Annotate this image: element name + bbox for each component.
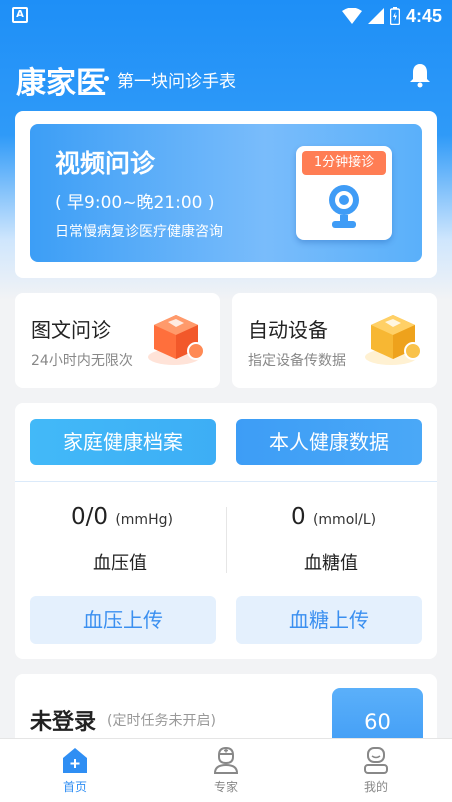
nav-home-label: 首页 xyxy=(62,780,87,794)
nav-expert[interactable]: 专家 xyxy=(186,745,266,801)
login-status-title[interactable]: 未登录 xyxy=(30,704,96,736)
family-health-records-button[interactable]: 家庭健康档案 xyxy=(30,419,216,465)
blood-pressure-value: 0/0 xyxy=(71,504,109,530)
wifi-icon xyxy=(341,8,362,24)
blood-pressure-label: 血压值 xyxy=(93,553,147,574)
orange-cube-icon xyxy=(148,315,205,365)
app-notification-icon: A xyxy=(12,7,28,23)
signal-icon xyxy=(367,8,384,24)
bottom-navigation: 首页 专家 我的 xyxy=(0,738,452,802)
image-text-consult-subtitle: 24小时内无限次 xyxy=(31,353,133,369)
app-header: 康家医 第一块问诊手表 xyxy=(0,52,452,101)
video-consult-description: 日常慢病复诊医疗健康咨询 xyxy=(55,224,223,240)
image-text-consult-card[interactable]: 图文问诊 24小时内无限次 xyxy=(15,293,220,388)
video-consult-title: 视频问诊 xyxy=(55,149,156,178)
blood-sugar-label: 血糖值 xyxy=(304,553,358,574)
clock: 4:45 xyxy=(405,5,442,26)
blood-pressure-upload-button[interactable]: 血压上传 xyxy=(30,596,216,644)
camera-icon xyxy=(329,185,359,228)
blood-pressure-reading: 0/0 (mmHg) xyxy=(71,504,173,530)
app-tagline: 第一块问诊手表 xyxy=(117,72,236,92)
auto-device-subtitle: 指定设备传数据 xyxy=(248,353,346,369)
video-consult-illustration: 1分钟接诊 xyxy=(296,146,392,240)
battery-icon xyxy=(389,7,400,25)
divider xyxy=(15,481,437,482)
blood-sugar-upload-button[interactable]: 血糖上传 xyxy=(236,596,422,644)
nav-mine-label: 我的 xyxy=(363,780,388,794)
personal-health-data-button[interactable]: 本人健康数据 xyxy=(236,419,422,465)
quick-response-badge: 1分钟接诊 xyxy=(302,151,386,175)
image-text-consult-title: 图文问诊 xyxy=(31,318,111,342)
home-icon xyxy=(63,748,87,773)
blood-sugar-reading: 0 (mmol/L) xyxy=(291,504,376,530)
auto-device-title: 自动设备 xyxy=(248,318,328,342)
scheduled-task-status: (定时任务未开启) xyxy=(107,713,216,729)
video-consult-hours: ( 早9:00~晚21:00 ) xyxy=(55,193,215,213)
doctor-icon xyxy=(213,746,239,774)
blood-sugar-unit: (mmol/L) xyxy=(312,512,377,528)
nav-mine[interactable]: 我的 xyxy=(336,745,416,801)
video-consult-banner[interactable]: 视频问诊 ( 早9:00~晚21:00 ) 日常慢病复诊医疗健康咨询 1分钟接诊 xyxy=(30,124,422,262)
app-logo: 康家医 xyxy=(16,66,106,101)
blood-pressure-unit: (mmHg) xyxy=(115,512,173,528)
yellow-cube-icon xyxy=(365,315,422,365)
logo-dot xyxy=(104,76,109,81)
nav-home[interactable]: 首页 xyxy=(35,745,115,801)
video-consult-card: 视频问诊 ( 早9:00~晚21:00 ) 日常慢病复诊医疗健康咨询 1分钟接诊 xyxy=(15,111,437,278)
vertical-divider xyxy=(226,507,227,573)
profile-icon xyxy=(364,747,388,774)
status-bar: A 4:45 xyxy=(0,0,452,32)
auto-device-card[interactable]: 自动设备 指定设备传数据 xyxy=(232,293,437,388)
blood-sugar-value: 0 xyxy=(291,504,306,530)
nav-expert-label: 专家 xyxy=(213,780,238,794)
health-data-card: 家庭健康档案 本人健康数据 0/0 (mmHg) 血压值 0 (mmol/L) … xyxy=(15,403,437,659)
bell-icon[interactable] xyxy=(408,62,432,88)
